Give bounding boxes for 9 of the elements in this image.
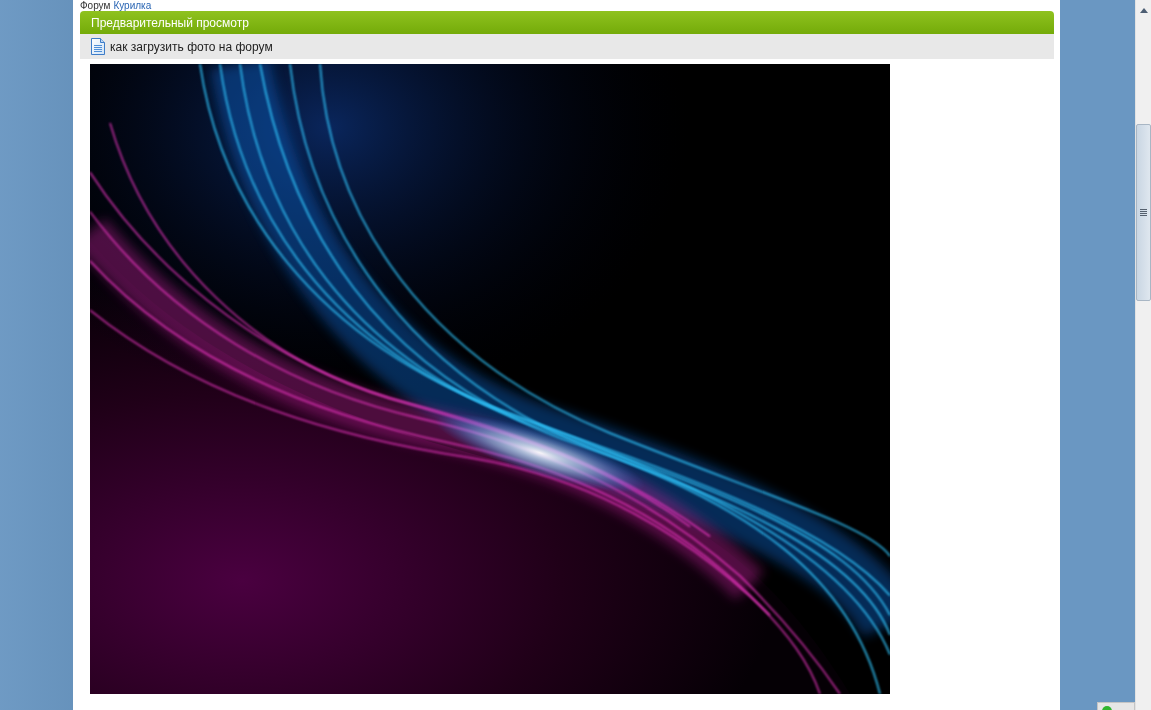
grip-icon <box>1140 209 1147 217</box>
scroll-up-arrow-icon[interactable] <box>1140 8 1148 13</box>
breadcrumb-text: Форум <box>80 0 111 11</box>
document-icon <box>91 38 105 55</box>
topic-title: как загрузить фото на форум <box>110 39 273 54</box>
scrollbar-thumb[interactable] <box>1136 124 1151 301</box>
preview-title: Предварительный просмотр <box>91 15 249 30</box>
scrollbar[interactable] <box>1135 0 1151 710</box>
breadcrumb-link[interactable]: Курилка <box>113 0 152 11</box>
